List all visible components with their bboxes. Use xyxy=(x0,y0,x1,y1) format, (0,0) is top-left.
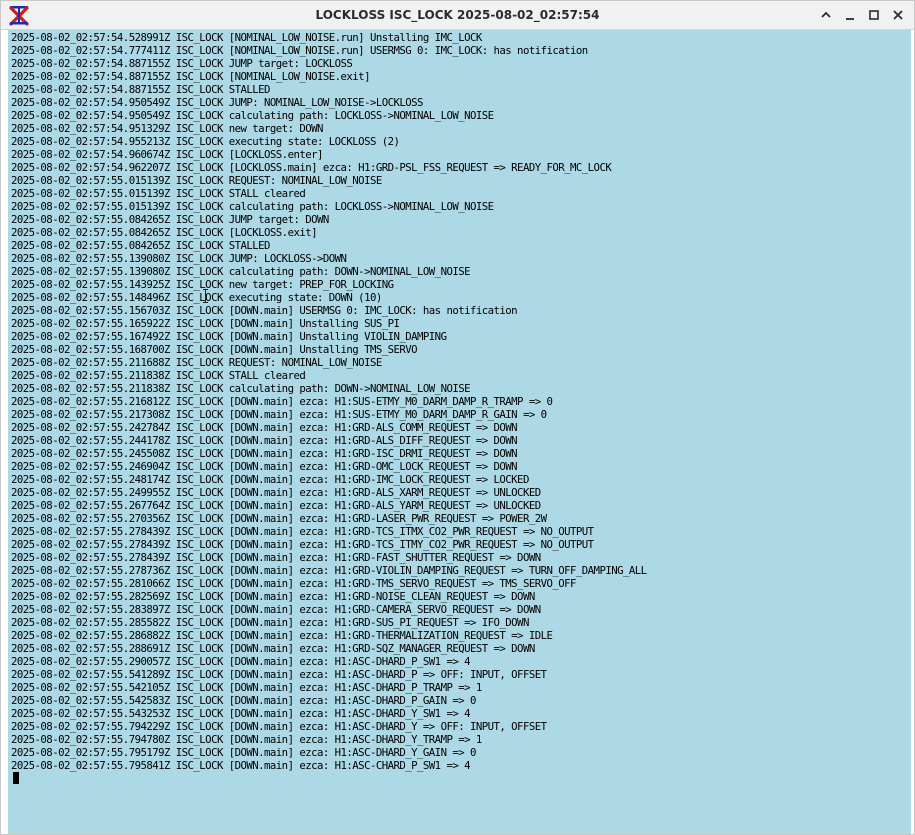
log-line: 2025-08-02_02:57:55.245508Z ISC_LOCK [DO… xyxy=(11,447,518,460)
log-line: 2025-08-02_02:57:55.286882Z ISC_LOCK [DO… xyxy=(11,629,553,642)
log-line: 2025-08-02_02:57:55.167492Z ISC_LOCK [DO… xyxy=(11,330,447,343)
log-line: 2025-08-02_02:57:55.794229Z ISC_LOCK [DO… xyxy=(11,720,547,733)
log-line: 2025-08-02_02:57:55.015139Z ISC_LOCK cal… xyxy=(11,200,494,213)
log-line: 2025-08-02_02:57:55.543253Z ISC_LOCK [DO… xyxy=(11,707,471,720)
log-line: 2025-08-02_02:57:55.084265Z ISC_LOCK JUM… xyxy=(11,213,329,226)
log-line: 2025-08-02_02:57:54.887155Z ISC_LOCK JUM… xyxy=(11,57,353,70)
terminal-cursor xyxy=(13,772,19,784)
log-line: 2025-08-02_02:57:55.285582Z ISC_LOCK [DO… xyxy=(11,616,529,629)
log-line: 2025-08-02_02:57:55.278736Z ISC_LOCK [DO… xyxy=(11,564,647,577)
log-line: 2025-08-02_02:57:55.216812Z ISC_LOCK [DO… xyxy=(11,395,553,408)
terminal-output[interactable]: 2025-08-02_02:57:54.528991Z ISC_LOCK [NO… xyxy=(8,30,911,834)
log-line: 2025-08-02_02:57:55.270356Z ISC_LOCK [DO… xyxy=(11,512,547,525)
log-line: 2025-08-02_02:57:54.955213Z ISC_LOCK exe… xyxy=(11,135,400,148)
log-line: 2025-08-02_02:57:55.795179Z ISC_LOCK [DO… xyxy=(11,746,476,759)
log-line: 2025-08-02_02:57:55.278439Z ISC_LOCK [DO… xyxy=(11,551,541,564)
log-line: 2025-08-02_02:57:55.288691Z ISC_LOCK [DO… xyxy=(11,642,535,655)
close-icon[interactable] xyxy=(888,5,908,25)
log-line: 2025-08-02_02:57:55.143925Z ISC_LOCK new… xyxy=(11,278,394,291)
log-line: 2025-08-02_02:57:54.950549Z ISC_LOCK cal… xyxy=(11,109,494,122)
log-line: 2025-08-02_02:57:55.794780Z ISC_LOCK [DO… xyxy=(11,733,482,746)
log-line: 2025-08-02_02:57:55.015139Z ISC_LOCK REQ… xyxy=(11,174,382,187)
log-line: 2025-08-02_02:57:55.084265Z ISC_LOCK STA… xyxy=(11,239,270,252)
log-line: 2025-08-02_02:57:55.165922Z ISC_LOCK [DO… xyxy=(11,317,400,330)
log-line: 2025-08-02_02:57:55.242784Z ISC_LOCK [DO… xyxy=(11,421,518,434)
log-line: 2025-08-02_02:57:55.795841Z ISC_LOCK [DO… xyxy=(11,759,471,772)
log-line: 2025-08-02_02:57:54.777411Z ISC_LOCK [NO… xyxy=(11,44,588,57)
log-line: 2025-08-02_02:57:55.148496Z ISC_LOCK exe… xyxy=(11,291,382,304)
log-line: 2025-08-02_02:57:55.139080Z ISC_LOCK cal… xyxy=(11,265,471,278)
log-line: 2025-08-02_02:57:54.887155Z ISC_LOCK STA… xyxy=(11,83,270,96)
log-line: 2025-08-02_02:57:55.278439Z ISC_LOCK [DO… xyxy=(11,538,594,551)
log-line: 2025-08-02_02:57:55.217308Z ISC_LOCK [DO… xyxy=(11,408,547,421)
window-title: LOCKLOSS ISC_LOCK 2025-08-02_02:57:54 xyxy=(315,8,600,22)
log-line: 2025-08-02_02:57:55.283897Z ISC_LOCK [DO… xyxy=(11,603,541,616)
log-line: 2025-08-02_02:57:55.541289Z ISC_LOCK [DO… xyxy=(11,668,547,681)
log-line: 2025-08-02_02:57:55.015139Z ISC_LOCK STA… xyxy=(11,187,306,200)
log-line: 2025-08-02_02:57:55.156703Z ISC_LOCK [DO… xyxy=(11,304,518,317)
log-line: 2025-08-02_02:57:55.542105Z ISC_LOCK [DO… xyxy=(11,681,482,694)
log-line: 2025-08-02_02:57:55.084265Z ISC_LOCK [LO… xyxy=(11,226,318,239)
log-line: 2025-08-02_02:57:54.960674Z ISC_LOCK [LO… xyxy=(11,148,323,161)
log-line: 2025-08-02_02:57:55.249955Z ISC_LOCK [DO… xyxy=(11,486,541,499)
log-line: 2025-08-02_02:57:55.211688Z ISC_LOCK REQ… xyxy=(11,356,382,369)
log-line: 2025-08-02_02:57:54.951329Z ISC_LOCK new… xyxy=(11,122,323,135)
log-line: 2025-08-02_02:57:55.267764Z ISC_LOCK [DO… xyxy=(11,499,541,512)
log-line: 2025-08-02_02:57:54.962207Z ISC_LOCK [LO… xyxy=(11,161,612,174)
window-controls xyxy=(816,5,908,25)
chevron-up-icon[interactable] xyxy=(816,5,836,25)
log-line: 2025-08-02_02:57:55.282569Z ISC_LOCK [DO… xyxy=(11,590,535,603)
minimize-icon[interactable] xyxy=(840,5,860,25)
log-line: 2025-08-02_02:57:55.246904Z ISC_LOCK [DO… xyxy=(11,460,518,473)
log-line: 2025-08-02_02:57:55.290057Z ISC_LOCK [DO… xyxy=(11,655,471,668)
log-lines: 2025-08-02_02:57:54.528991Z ISC_LOCK [NO… xyxy=(11,31,647,772)
log-line: 2025-08-02_02:57:55.248174Z ISC_LOCK [DO… xyxy=(11,473,529,486)
title-bar[interactable]: LOCKLOSS ISC_LOCK 2025-08-02_02:57:54 xyxy=(1,1,914,30)
log-line: 2025-08-02_02:57:55.139080Z ISC_LOCK JUM… xyxy=(11,252,347,265)
log-line: 2025-08-02_02:57:54.950549Z ISC_LOCK JUM… xyxy=(11,96,423,109)
log-line: 2025-08-02_02:57:55.542583Z ISC_LOCK [DO… xyxy=(11,694,476,707)
log-line: 2025-08-02_02:57:55.278439Z ISC_LOCK [DO… xyxy=(11,525,594,538)
log-line: 2025-08-02_02:57:55.244178Z ISC_LOCK [DO… xyxy=(11,434,518,447)
log-line: 2025-08-02_02:57:55.211838Z ISC_LOCK cal… xyxy=(11,382,471,395)
log-line: 2025-08-02_02:57:55.168700Z ISC_LOCK [DO… xyxy=(11,343,418,356)
maximize-icon[interactable] xyxy=(864,5,884,25)
log-line: 2025-08-02_02:57:54.528991Z ISC_LOCK [NO… xyxy=(11,31,482,44)
log-line: 2025-08-02_02:57:55.281066Z ISC_LOCK [DO… xyxy=(11,577,576,590)
terminal-window: LOCKLOSS ISC_LOCK 2025-08-02_02:57:54 20… xyxy=(0,0,915,835)
log-line: 2025-08-02_02:57:54.887155Z ISC_LOCK [NO… xyxy=(11,70,371,83)
text-cursor-icon xyxy=(203,289,208,303)
log-line: 2025-08-02_02:57:55.211838Z ISC_LOCK STA… xyxy=(11,369,306,382)
